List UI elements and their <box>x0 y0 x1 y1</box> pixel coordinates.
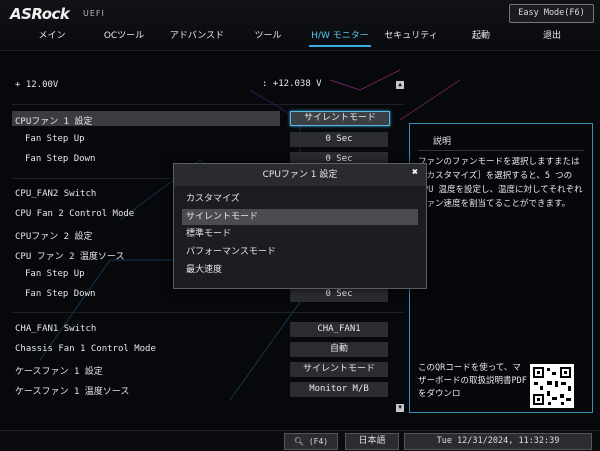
easy-mode-button[interactable]: Easy Mode(F6) <box>509 4 594 23</box>
cpu-fan1-step-up-value[interactable]: 0 Sec <box>290 132 388 147</box>
menu-tab-boot[interactable]: 起動 <box>466 29 496 45</box>
description-title: 説明 <box>433 137 452 147</box>
popup-option-performance[interactable]: パフォーマンスモード <box>182 244 418 260</box>
cpu-fan2-step-down-value[interactable]: 0 Sec <box>290 287 388 302</box>
case-fan1-temp-source-value[interactable]: Monitor M/B <box>290 382 388 397</box>
cpu-fan2-step-up-label[interactable]: Fan Step Up <box>25 269 85 279</box>
popup-option-silent[interactable]: サイレントモード <box>182 209 418 225</box>
menu-tab-oc-tools[interactable]: OCツール <box>99 29 149 45</box>
scroll-down-icon[interactable]: ▼ <box>396 404 404 412</box>
datetime-display: Tue 12/31/2024, 11:32:39 <box>404 433 592 450</box>
popup-title: CPUファン 1 設定 <box>174 164 426 186</box>
menu-tab-security[interactable]: セキュリティ <box>381 29 441 45</box>
popup-option-full-speed[interactable]: 最大速度 <box>182 262 418 278</box>
cpu-fan2-temp-source-label[interactable]: CPU ファン 2 温度ソース <box>15 249 124 262</box>
top-bar: ASRock UEFI Easy Mode(F6) メイン OCツール アドバン… <box>0 0 600 51</box>
description-panel: 説明 ファンのファンモードを選択しますまたは［カスタマイズ］を選択すると、5 つ… <box>409 123 593 413</box>
chassis-fan1-control-mode-label[interactable]: Chassis Fan 1 Control Mode <box>15 344 156 354</box>
brand-logo: ASRock <box>10 5 70 23</box>
scroll-up-icon[interactable]: ▲ <box>396 81 404 89</box>
qr-code-text: このQRコードを使って、マザーボードの取扱説明書PDFをダウンロ <box>418 363 527 399</box>
language-button[interactable]: 日本語 <box>345 433 399 450</box>
uefi-label: UEFI <box>83 9 105 18</box>
popup-option-standard[interactable]: 標準モード <box>182 226 418 242</box>
search-shortcut: (F4) <box>308 437 329 446</box>
cpu-fan2-switch-label[interactable]: CPU_FAN2 Switch <box>15 189 96 199</box>
popup-option-customize[interactable]: カスタマイズ <box>182 191 418 207</box>
search-button[interactable]: 🔍︎ (F4) <box>284 433 338 450</box>
section-divider <box>12 104 404 105</box>
chassis-fan1-control-mode-value[interactable]: 自動 <box>290 342 388 357</box>
search-icon: 🔍︎ <box>293 437 305 446</box>
menu-tab-tools[interactable]: ツール <box>249 29 287 45</box>
qr-code-icon <box>530 364 574 408</box>
close-icon[interactable]: ✖ <box>409 167 421 179</box>
case-fan1-setting-label[interactable]: ケースファン 1 設定 <box>15 364 103 377</box>
description-text: ファンのファンモードを選択しますまたは［カスタマイズ］を選択すると、5 つの C… <box>418 157 583 209</box>
cpu-fan2-control-mode-label[interactable]: CPU Fan 2 Control Mode <box>15 209 134 219</box>
voltage-12v-value: : +12.038 V <box>262 79 322 89</box>
menu-tab-advanced[interactable]: アドバンスド <box>166 29 228 45</box>
cha-fan1-switch-value[interactable]: CHA_FAN1 <box>290 322 388 337</box>
bottom-bar: 🔍︎ (F4) 日本語 Tue 12/31/2024, 11:32:39 <box>0 430 600 451</box>
cpu-fan2-setting-label[interactable]: CPUファン 2 設定 <box>15 229 93 242</box>
cpu-fan1-setting-value[interactable]: サイレントモード <box>290 111 390 126</box>
voltage-12v-label: + 12.00V <box>15 80 59 90</box>
description-divider <box>418 150 584 151</box>
cpu-fan1-step-down-label[interactable]: Fan Step Down <box>25 154 95 164</box>
case-fan1-setting-value[interactable]: サイレントモード <box>290 362 388 377</box>
menu-tab-exit[interactable]: 退出 <box>537 29 567 45</box>
cpu-fan2-step-down-label[interactable]: Fan Step Down <box>25 289 95 299</box>
section-divider <box>12 312 404 313</box>
main-menu: メイン OCツール アドバンスド ツール H/W モニター セキュリティ 起動 … <box>0 29 600 47</box>
case-fan1-temp-source-label[interactable]: ケースファン 1 温度ソース <box>15 384 129 397</box>
menu-tab-main[interactable]: メイン <box>30 29 74 45</box>
fan-mode-popup: CPUファン 1 設定 ✖ カスタマイズ サイレントモード 標準モード パフォー… <box>173 163 427 289</box>
cha-fan1-switch-label[interactable]: CHA_FAN1 Switch <box>15 324 96 334</box>
cpu-fan1-setting-label[interactable]: CPUファン 1 設定 <box>15 114 93 127</box>
menu-tab-hw-monitor[interactable]: H/W モニター <box>309 29 371 47</box>
cpu-fan1-step-up-label[interactable]: Fan Step Up <box>25 134 85 144</box>
